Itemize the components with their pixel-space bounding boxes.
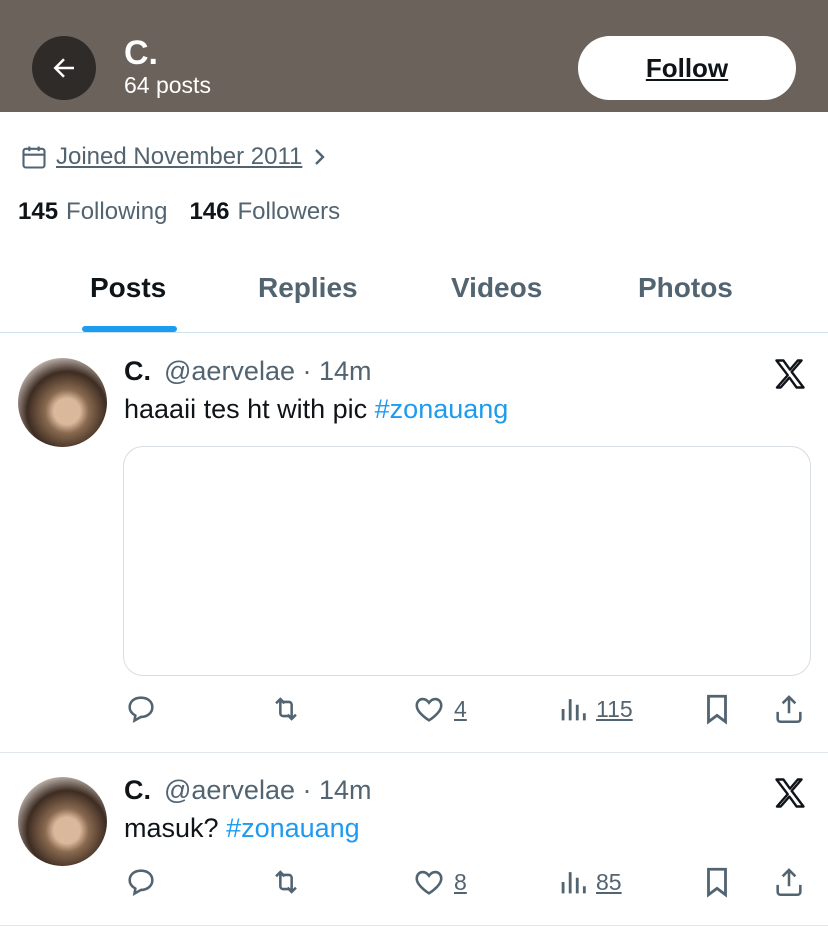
- post-text: masuk? #zonauang: [124, 813, 360, 844]
- post-handle: @aervelae: [164, 775, 295, 805]
- follow-button[interactable]: Follow: [578, 36, 796, 100]
- back-arrow-icon: [49, 53, 79, 83]
- post-author-handle: @aervelae · 14m: [164, 356, 372, 387]
- chevron-right-icon: [312, 145, 328, 169]
- joined-date: Joined November 2011: [56, 143, 303, 170]
- bookmark-button[interactable]: [702, 865, 732, 899]
- views-button[interactable]: 115: [558, 692, 633, 726]
- bookmark-button[interactable]: [702, 692, 732, 726]
- post[interactable]: C. @aervelae · 14m masuk? #zonauang: [0, 753, 828, 926]
- post-time: · 14m: [302, 775, 372, 805]
- like-icon: [412, 692, 446, 726]
- tab-videos[interactable]: Videos: [451, 272, 542, 304]
- share-button[interactable]: [772, 865, 806, 899]
- active-tab-indicator: [82, 326, 177, 332]
- views-button[interactable]: 85: [558, 865, 622, 899]
- following-count: 145: [18, 198, 59, 225]
- tab-posts[interactable]: Posts: [90, 272, 166, 304]
- views-icon: [558, 865, 588, 899]
- joined-date-link[interactable]: Joined November 2011: [20, 140, 328, 174]
- tab-photos[interactable]: Photos: [638, 272, 733, 304]
- share-icon: [772, 865, 806, 899]
- followers-link[interactable]: 146 Followers: [189, 198, 340, 226]
- repost-button[interactable]: [268, 865, 304, 899]
- post-time: · 14m: [302, 356, 372, 386]
- reply-button[interactable]: [124, 865, 158, 899]
- following-label: Following: [66, 198, 168, 225]
- post-author-name[interactable]: C.: [124, 356, 151, 387]
- post-handle: @aervelae: [164, 356, 295, 386]
- post-author-name[interactable]: C.: [124, 775, 151, 806]
- like-button[interactable]: 4: [412, 692, 467, 726]
- tab-replies[interactable]: Replies: [258, 272, 358, 304]
- post-body: masuk?: [124, 813, 219, 843]
- profile-header: C. 64 posts Follow: [0, 0, 828, 112]
- follow-stats: 145 Following 146 Followers: [18, 198, 362, 226]
- x-logo-icon: [772, 356, 808, 392]
- like-button[interactable]: 8: [412, 865, 467, 899]
- following-link[interactable]: 145 Following: [18, 198, 167, 226]
- post-author-handle: @aervelae · 14m: [164, 775, 372, 806]
- hashtag-link[interactable]: #zonauang: [226, 813, 360, 843]
- repost-icon: [268, 692, 304, 726]
- hashtag-link[interactable]: #zonauang: [375, 394, 509, 424]
- like-count: 4: [454, 695, 467, 722]
- avatar[interactable]: [18, 358, 107, 447]
- share-button[interactable]: [772, 692, 806, 726]
- reply-button[interactable]: [124, 692, 158, 726]
- calendar-icon: [20, 143, 48, 171]
- x-logo-icon: [772, 775, 808, 811]
- bookmark-icon: [702, 692, 732, 726]
- repost-icon: [268, 865, 304, 899]
- followers-label: Followers: [237, 198, 341, 225]
- header-posts-count: 64 posts: [124, 72, 211, 98]
- post-text: haaaii tes ht with pic #zonauang: [124, 394, 508, 425]
- post-media[interactable]: [123, 446, 811, 676]
- avatar[interactable]: [18, 777, 107, 866]
- reply-icon: [124, 865, 158, 899]
- post-body: haaaii tes ht with pic: [124, 394, 368, 424]
- header-name: C.: [124, 34, 158, 72]
- reply-icon: [124, 692, 158, 726]
- back-button[interactable]: [32, 36, 96, 100]
- share-icon: [772, 692, 806, 726]
- like-count: 8: [454, 868, 467, 895]
- views-count: 85: [596, 868, 622, 895]
- views-count: 115: [596, 695, 633, 722]
- profile-tabs: Posts Replies Videos Photos: [0, 250, 828, 333]
- followers-count: 146: [189, 198, 230, 225]
- repost-button[interactable]: [268, 692, 304, 726]
- like-icon: [412, 865, 446, 899]
- views-icon: [558, 692, 588, 726]
- bookmark-icon: [702, 865, 732, 899]
